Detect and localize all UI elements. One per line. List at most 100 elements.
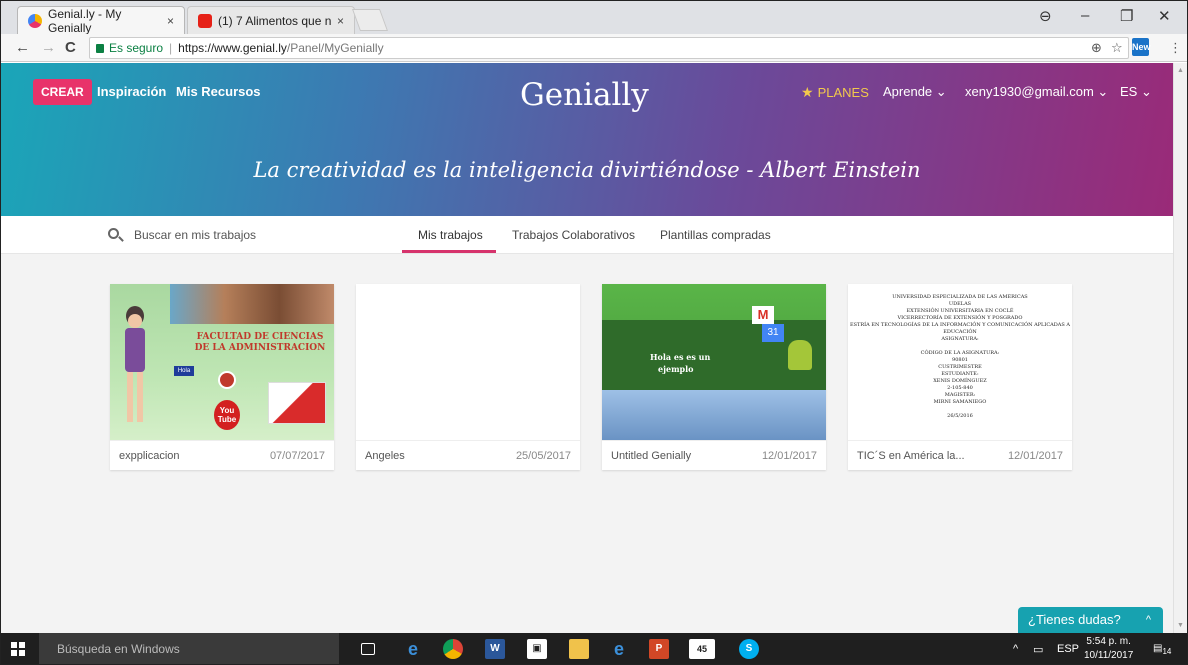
secure-label: Es seguro bbox=[109, 41, 164, 55]
tray-chevron-icon[interactable]: ^ bbox=[1013, 643, 1018, 655]
back-button[interactable]: ← bbox=[15, 39, 30, 56]
forward-button[interactable]: → bbox=[41, 39, 56, 56]
system-clock[interactable]: 5:54 p. m. 10/11/2017 bbox=[1084, 635, 1133, 663]
hero-banner: CREAR Inspiración Mis Recursos Genially … bbox=[1, 63, 1173, 216]
tab-mis-trabajos[interactable]: Mis trabajos bbox=[418, 228, 483, 242]
windows-start-icon[interactable] bbox=[11, 642, 25, 656]
tab-title: Genial.ly - My Genially bbox=[48, 6, 122, 35]
youtube-label-bottom: Tube bbox=[217, 415, 237, 424]
genially-favicon-icon bbox=[28, 13, 42, 28]
card-thumbnail[interactable]: FACULTAD DE CIENCIAS DE LA ADMINISTRACIO… bbox=[110, 284, 334, 440]
store-icon[interactable]: ▣ bbox=[527, 639, 547, 659]
lock-icon bbox=[96, 43, 104, 53]
card-title: expplicacion bbox=[119, 450, 180, 462]
thumb-title-text: FACULTAD DE CIENCIAS DE LA ADMINISTRACIO… bbox=[194, 332, 326, 353]
notifications-icon[interactable]: ▤14 bbox=[1153, 643, 1171, 656]
word-icon[interactable]: W bbox=[485, 639, 505, 659]
screen: Genial.ly - My Genially × (1) 7 Alimento… bbox=[0, 0, 1188, 665]
help-chat-button[interactable]: ¿Tienes dudas? ^ bbox=[1018, 607, 1163, 633]
genially-card[interactable]: UNIVERSIDAD ESPECIALIZADA DE LAS AMÉRICA… bbox=[848, 284, 1072, 470]
thumb-overlay-line1: Hola es es un bbox=[650, 352, 711, 362]
network-icon[interactable]: ▭ bbox=[1033, 643, 1043, 656]
page-content: CREAR Inspiración Mis Recursos Genially … bbox=[1, 63, 1173, 633]
card-thumbnail[interactable]: UNIVERSIDAD ESPECIALIZADA DE LAS AMÉRICA… bbox=[848, 284, 1072, 440]
thumb-person-figure bbox=[120, 306, 148, 426]
card-thumbnail[interactable] bbox=[356, 284, 580, 440]
works-subnav: Mis trabajos Trabajos Colaborativos Plan… bbox=[1, 216, 1173, 254]
thumb-stairs-image bbox=[268, 382, 326, 424]
clock-date: 10/11/2017 bbox=[1084, 650, 1134, 661]
crear-button[interactable]: CREAR bbox=[33, 79, 92, 105]
language-selector[interactable]: ES ⌄ bbox=[1120, 84, 1152, 100]
reload-button[interactable]: C bbox=[65, 39, 76, 56]
zoom-icon[interactable]: ⊕ bbox=[1091, 40, 1102, 56]
card-thumbnail[interactable]: Hola es es un ejemplo M 31 bbox=[602, 284, 826, 440]
genially-logo[interactable]: Genially bbox=[520, 77, 649, 113]
mail-icon[interactable]: 45 bbox=[689, 639, 715, 659]
browser-tabstrip: Genial.ly - My Genially × (1) 7 Alimento… bbox=[1, 1, 1187, 35]
new-tab-button[interactable] bbox=[351, 9, 389, 31]
bookmark-star-icon[interactable]: ☆ bbox=[1111, 40, 1123, 56]
tab-youtube[interactable]: (1) 7 Alimentos que no C × bbox=[187, 6, 355, 34]
url-host: https://www.genial.ly bbox=[178, 41, 287, 55]
edge-icon[interactable]: e bbox=[403, 639, 423, 659]
chrome-icon[interactable] bbox=[443, 639, 463, 659]
taskbar-search[interactable]: Búsqueda en Windows bbox=[39, 633, 339, 664]
skype-icon[interactable]: S bbox=[739, 639, 759, 659]
minimize-button[interactable]: – bbox=[1081, 7, 1089, 24]
clock-time: 5:54 p. m. bbox=[1086, 636, 1131, 647]
close-window-button[interactable]: ✕ bbox=[1158, 7, 1171, 25]
task-view-icon[interactable] bbox=[361, 643, 375, 655]
card-date: 12/01/2017 bbox=[761, 450, 817, 462]
page-scrollbar[interactable]: ▲ ▼ bbox=[1173, 63, 1187, 633]
thumb-hola-label: Hola bbox=[174, 366, 194, 376]
language-indicator[interactable]: ESP bbox=[1057, 643, 1079, 655]
genially-card[interactable]: FACULTAD DE CIENCIAS DE LA ADMINISTRACIO… bbox=[110, 284, 334, 470]
card-title: Angeles bbox=[365, 450, 405, 462]
card-title: Untitled Genially bbox=[611, 450, 692, 462]
address-separator: | bbox=[169, 41, 173, 55]
extension-icon[interactable]: New bbox=[1132, 38, 1151, 56]
close-tab-icon[interactable]: × bbox=[161, 14, 174, 28]
powerpoint-icon[interactable]: P bbox=[649, 639, 669, 659]
nav-inspiracion[interactable]: Inspiración bbox=[97, 84, 166, 99]
tab-plantillas-compradas[interactable]: Plantillas compradas bbox=[660, 228, 771, 242]
card-date: 12/01/2017 bbox=[1007, 450, 1063, 462]
browser-menu-icon[interactable]: ⋮ bbox=[1169, 40, 1182, 56]
nav-mis-recursos[interactable]: Mis Recursos bbox=[176, 84, 261, 99]
search-input[interactable] bbox=[134, 225, 354, 245]
genially-card[interactable]: Hola es es un ejemplo M 31 Untitled Geni… bbox=[602, 284, 826, 470]
thumb-overlay-line2: ejemplo bbox=[658, 364, 694, 374]
card-footer: expplicacion 07/07/2017 bbox=[110, 440, 334, 470]
address-bar[interactable]: Es seguro | https://www.genial.ly /Panel… bbox=[89, 37, 1129, 59]
aprende-dropdown[interactable]: Aprende ⌄ bbox=[883, 84, 947, 100]
thumb-gmail-badge: M bbox=[752, 306, 774, 324]
star-icon: ★ bbox=[801, 84, 814, 100]
hero-quote: La creatividad es la inteligencia divirt… bbox=[253, 158, 921, 182]
card-footer: TIC´S en América la... 12/01/2017 bbox=[848, 440, 1072, 470]
scroll-up-icon[interactable]: ▲ bbox=[1177, 67, 1184, 74]
tab-trabajos-colaborativos[interactable]: Trabajos Colaborativos bbox=[512, 228, 635, 242]
scroll-down-icon[interactable]: ▼ bbox=[1177, 622, 1184, 629]
planes-link[interactable]: ★ PLANES bbox=[801, 84, 869, 101]
thumb-banner-image bbox=[170, 284, 334, 324]
internet-explorer-icon[interactable]: e bbox=[609, 639, 629, 659]
planes-label: PLANES bbox=[817, 85, 869, 100]
genially-card[interactable]: Angeles 25/05/2017 bbox=[356, 284, 580, 470]
windows-taskbar: Búsqueda en Windows e W ▣ e P 45 S ^ ▭ E… bbox=[1, 633, 1187, 664]
card-footer: Angeles 25/05/2017 bbox=[356, 440, 580, 470]
file-explorer-icon[interactable] bbox=[569, 639, 589, 659]
thumb-home-icon bbox=[218, 371, 236, 389]
profile-icon[interactable]: ⊖ bbox=[1039, 7, 1052, 25]
notification-count: 14 bbox=[1162, 647, 1172, 656]
close-tab-icon[interactable]: × bbox=[331, 14, 344, 28]
thumb-android-icon bbox=[788, 340, 812, 370]
card-title: TIC´S en América la... bbox=[857, 450, 965, 462]
maximize-button[interactable]: ❐ bbox=[1120, 7, 1133, 25]
tab-genially[interactable]: Genial.ly - My Genially × bbox=[17, 6, 185, 35]
card-date: 25/05/2017 bbox=[515, 450, 571, 462]
search-icon bbox=[108, 228, 119, 239]
user-menu[interactable]: xeny1930@gmail.com ⌄ bbox=[965, 84, 1108, 100]
thumb-students bbox=[602, 390, 826, 440]
youtube-favicon-icon bbox=[198, 13, 212, 28]
